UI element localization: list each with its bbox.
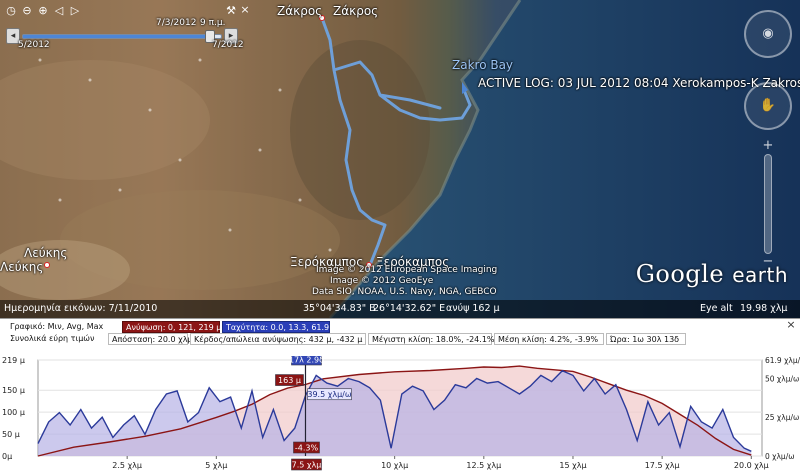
elevation-profile-panel: × Γραφικό: Μιν, Avg, Max Ανύψωση: 0, 121…: [0, 318, 800, 472]
close-icon[interactable]: ×: [238, 3, 252, 17]
step-back-icon[interactable]: ◁: [52, 4, 66, 18]
elevation-readout: ανύψ 162 μ: [446, 303, 500, 314]
time-slider: ◷ ⊖ ⊕ ◁ ▷ ⚒ × 7/3/2012 9 π.μ. ◂ ▸ 5/2012…: [4, 3, 250, 50]
stats-row-1: Γραφικό: Μιν, Avg, Max Ανύψωση: 0, 121, …: [0, 321, 800, 333]
place-marker-lefkis[interactable]: [44, 262, 50, 268]
slider-current-date: 7/3/2012: [156, 18, 197, 28]
cursor-speed-label: 39.5 χλμ/ω: [307, 390, 351, 399]
logo-google: Google: [635, 260, 725, 288]
graph-min-avg-max-label: Γραφικό: Μιν, Avg, Max: [10, 322, 104, 331]
place-label-zakros-2: Ζάκρος: [333, 4, 379, 18]
imagery-date: Ημερομηνία εικόνων: 7/11/2010: [4, 303, 158, 314]
x-tick-label: 10 χλμ: [381, 461, 408, 470]
google-earth-window: Ζάκρος Ζάκρος Zakro Bay Ξερόκαμπος Ξερόκ…: [0, 0, 800, 472]
y-tick-label-left: 50 μ: [2, 430, 20, 439]
status-bar: Ημερομηνία εικόνων: 7/11/2010 35°04'34.8…: [0, 300, 800, 318]
attribution-geoeye: Image © 2012 GeoEye: [330, 276, 434, 286]
cursor-distance-label: 7.5 χλμ: [292, 461, 322, 470]
elevation-chart[interactable]: 219 μ 150 μ 100 μ 50 μ 0μ 61.9 χλμ/ω 50 χλμ/ω 2…: [0, 353, 800, 472]
elevation-stat-button[interactable]: Ανύψωση: 0, 121, 219 μ: [122, 321, 221, 333]
play-icon[interactable]: ▷: [68, 4, 82, 18]
cursor-elevation-label: 163 μ: [278, 376, 301, 385]
distance-stat[interactable]: Απόσταση: 20.0 χλμ: [108, 333, 193, 345]
navigation-controls: ◉ ✋ + −: [740, 4, 796, 274]
eye-alt-value: 19.98 χλμ: [740, 303, 788, 314]
cursor-time-label: 17λ 2.9δ: [289, 356, 324, 365]
y-tick-label-right: 25 χλμ/ω: [765, 413, 799, 422]
zoom-in-icon[interactable]: ⊕: [36, 4, 50, 18]
y-tick-label-right: 50 χλμ/ω: [765, 374, 799, 383]
slider-end-label: 7/2012: [212, 40, 244, 50]
eye-icon: ◉: [762, 26, 774, 41]
slider-track[interactable]: [22, 30, 222, 43]
y-tick-label-right: 61.9 χλμ/ω: [765, 356, 800, 365]
y-tick-label-left: 150 μ: [2, 386, 25, 395]
stats-row-2: Συνολικά εύρη τιμών Απόσταση: 20.0 χλμ Κ…: [0, 333, 800, 345]
zoom-plus-icon[interactable]: +: [758, 138, 778, 153]
place-label-lefkis-2: Λεύκης: [0, 260, 44, 274]
x-tick-label: 5 χλμ: [205, 461, 227, 470]
chart-svg: 219 μ 150 μ 100 μ 50 μ 0μ 61.9 χλμ/ω 50 χλμ/ω 2…: [2, 353, 800, 471]
history-clock-icon[interactable]: ◷: [4, 4, 18, 18]
total-ranges-label: Συνολικά εύρη τιμών: [10, 334, 95, 343]
logo-earth: earth: [732, 263, 788, 287]
google-earth-logo: Google earth: [636, 260, 788, 288]
attribution-data: Data SIO, NOAA, U.S. Navy, NGA, GEBCO: [312, 287, 497, 297]
x-tick-label: 17.5 χλμ: [645, 461, 680, 470]
wrench-icon[interactable]: ⚒: [224, 4, 238, 18]
elevation-gain-stat[interactable]: Κέρδος/απώλεια ανύψωσης: 432 μ, -432 μ: [190, 333, 366, 345]
avg-slope-stat[interactable]: Μέση κλίση: 4.2%, -3.9%: [494, 333, 604, 345]
zoom-out-icon[interactable]: ⊖: [20, 4, 34, 18]
attribution-esi: Image © 2012 European Space Imaging: [316, 265, 498, 275]
latitude-readout: 35°04'34.83" B: [303, 303, 376, 314]
map-view[interactable]: Ζάκρος Ζάκρος Zakro Bay Ξερόκαμπος Ξερόκ…: [0, 0, 800, 318]
place-label-zakro-bay: Zakro Bay: [452, 58, 514, 72]
eye-alt-label: Eye alt: [700, 303, 733, 314]
y-tick-label-left: 219 μ: [2, 356, 25, 365]
max-slope-stat[interactable]: Μέγιστη κλίση: 18.0%, -24.1%: [368, 333, 495, 345]
x-tick-label: 15 χλμ: [559, 461, 586, 470]
place-label-zakros: Ζάκρος: [277, 4, 323, 18]
y-tick-label-left: 100 μ: [2, 408, 25, 417]
x-tick-label: 20.0 χλμ: [734, 461, 769, 470]
place-label-lefkis: Λεύκης: [24, 246, 68, 260]
hand-icon: ✋: [759, 98, 777, 113]
slider-start-label: 5/2012: [18, 40, 50, 50]
longitude-readout: 26°14'32.62" E: [373, 303, 446, 314]
slider-range: [23, 35, 214, 38]
zoom-slider[interactable]: [764, 154, 772, 254]
slider-current-time: 9 π.μ.: [200, 18, 226, 28]
time-stat[interactable]: Ώρα: 1ω 30λ 13δ: [606, 333, 686, 345]
x-tick-label: 12.5 χλμ: [466, 461, 501, 470]
cursor-slope-label: -4.3%: [295, 444, 319, 453]
y-tick-label-left: 0μ: [2, 452, 12, 461]
y-tick-label-right: 0 χλμ/ω: [765, 452, 795, 461]
speed-stat-button[interactable]: Ταχύτητα: 0.0, 13.3, 61.9 χλμ/ω: [222, 321, 356, 333]
x-tick-label: 2.5 χλμ: [112, 461, 142, 470]
